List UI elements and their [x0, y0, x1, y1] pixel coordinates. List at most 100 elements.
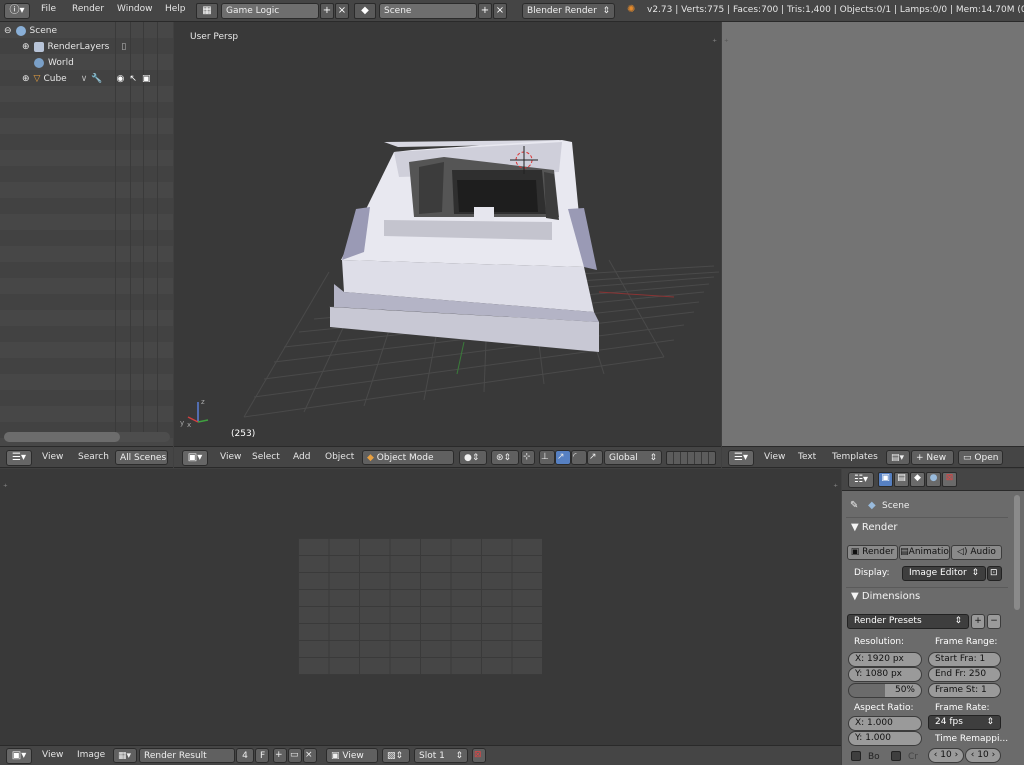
resolution-y-field[interactable]: Y: 1080 px	[848, 667, 922, 682]
scrollbar-thumb[interactable]	[4, 432, 120, 442]
viewport-view-menu[interactable]: View	[216, 450, 245, 465]
fake-user-toggle[interactable]: F	[255, 748, 269, 763]
display-select[interactable]: Image Editor ⇕	[902, 566, 986, 581]
pivot-point-select[interactable]: ⊛⇕	[491, 450, 519, 465]
area-corner-icon[interactable]: ⁺	[3, 483, 8, 493]
info-editor-type-button[interactable]: ⓘ▾	[4, 3, 30, 19]
resolution-x-field[interactable]: X: 1920 px	[848, 652, 922, 667]
time-remap-old-field[interactable]: ‹ 10 ›	[928, 748, 964, 763]
manipulator-toggle[interactable]: ⊹	[521, 450, 535, 465]
frame-end-field[interactable]: End Fr: 250	[928, 667, 1001, 682]
render-engine-select[interactable]: Blender Render ⇕	[522, 3, 615, 19]
cursor-icon[interactable]: ↖	[129, 74, 137, 84]
outliner-search-menu[interactable]: Search	[74, 450, 113, 465]
outliner-row-renderlayers[interactable]: ⊕ RenderLayers ▯	[22, 39, 126, 55]
layer-buttons[interactable]	[666, 451, 716, 465]
lock-interface-button[interactable]: ⊡	[987, 566, 1002, 581]
outliner-view-menu[interactable]: View	[38, 450, 67, 465]
unlink-image-button[interactable]: ×	[303, 748, 317, 763]
scene-tab-icon[interactable]: ◆	[910, 472, 925, 487]
world-tab-icon[interactable]: ●	[926, 472, 941, 487]
expand-icon[interactable]: ⊕	[22, 42, 30, 52]
add-screen-button[interactable]: +	[320, 3, 334, 19]
render-layer-icon-button[interactable]: ⊠	[472, 748, 486, 763]
outliner-row-cube[interactable]: ⊕ ▽ Cube ∨ 🔧 ◉ ↖ ▣	[22, 71, 150, 87]
render-panel-toggle[interactable]: ▼ Render	[851, 522, 897, 533]
image-image-menu[interactable]: Image	[73, 748, 109, 763]
expand-icon[interactable]: ⊕	[22, 74, 30, 84]
delete-screen-button[interactable]: ×	[335, 3, 349, 19]
horizontal-scrollbar[interactable]	[4, 432, 170, 442]
draw-channels-select[interactable]: ▨⇕	[382, 748, 410, 763]
view-mode-select[interactable]: ▣ View	[326, 748, 378, 763]
outliner-row-scene[interactable]: ⊖ Scene	[4, 23, 57, 39]
add-scene-button[interactable]: +	[478, 3, 492, 19]
screen-layout-field[interactable]: Game Logic	[221, 3, 319, 19]
text-editor-type-button[interactable]: ☰▾	[728, 450, 754, 466]
aspect-y-field[interactable]: Y: 1.000	[848, 731, 922, 746]
audio-button[interactable]: ◁) Audio	[951, 545, 1002, 560]
render-tab-icon[interactable]: ▣	[878, 472, 893, 487]
new-image-button[interactable]: +	[273, 748, 287, 763]
properties-editor-type-button[interactable]: ☷▾	[848, 472, 874, 488]
render-button[interactable]: ▣ Render	[847, 545, 898, 560]
add-preset-button[interactable]: +	[971, 614, 985, 629]
text-browse-button[interactable]: ▤▾	[886, 450, 910, 465]
3d-view-editor-type-button[interactable]: ▣▾	[182, 450, 208, 466]
image-name-field[interactable]: Render Result	[139, 748, 235, 763]
text-open-button[interactable]: ▭ Open	[958, 450, 1003, 465]
menu-file[interactable]: File	[41, 4, 56, 14]
area-corner-icon-right[interactable]: ⁺	[833, 483, 838, 493]
aspect-x-field[interactable]: X: 1.000	[848, 716, 922, 731]
render-slot-select[interactable]: Slot 1 ⇕	[414, 748, 468, 763]
resolution-percentage-slider[interactable]: 50%	[848, 683, 922, 698]
image-editor-type-button[interactable]: ▣▾	[6, 748, 32, 764]
time-remap-new-field[interactable]: ‹ 10 ›	[965, 748, 1001, 763]
viewport-shading-select[interactable]: ●⇕	[459, 450, 487, 465]
viewport-add-menu[interactable]: Add	[289, 450, 314, 465]
animation-button[interactable]: ▤Animatio	[899, 545, 950, 560]
area-corner-icon[interactable]: ⁺	[724, 38, 729, 48]
menu-render[interactable]: Render	[72, 4, 104, 14]
3d-viewport[interactable]: User Persp ⁺ z y x (253)	[174, 22, 721, 446]
render-presets-select[interactable]: Render Presets ⇕	[847, 614, 969, 629]
image-view-menu[interactable]: View	[38, 748, 67, 763]
remove-preset-button[interactable]: −	[987, 614, 1001, 629]
image-browse-button[interactable]: ▦▾	[113, 748, 137, 763]
orientation-select[interactable]: Global ⇕	[604, 450, 662, 465]
translate-manipulator[interactable]: ⊥	[539, 450, 555, 465]
screen-layout-icon[interactable]: ▦	[196, 3, 218, 19]
text-view-menu[interactable]: View	[760, 450, 789, 465]
scene-icon[interactable]: ◆	[354, 3, 376, 19]
crop-checkbox[interactable]	[891, 751, 901, 761]
image-users-count[interactable]: 4	[236, 748, 254, 763]
scale-manipulator[interactable]: ◜	[571, 450, 587, 465]
border-checkbox[interactable]	[851, 751, 861, 761]
outliner-editor-type-button[interactable]: ☰▾	[6, 450, 32, 466]
object-tab-icon[interactable]: ⊠	[942, 472, 957, 487]
render-layers-tab-icon[interactable]: ▤	[894, 472, 909, 487]
frame-rate-select[interactable]: 24 fps ⇕	[928, 715, 1001, 730]
render-result-canvas[interactable]	[298, 538, 542, 675]
outliner-row-world[interactable]: World	[34, 55, 74, 71]
text-editor-area[interactable]: ⁺	[722, 22, 1024, 446]
mode-select[interactable]: ◆ Object Mode	[362, 450, 454, 465]
outliner-filter-select[interactable]: All Scenes	[115, 450, 168, 465]
delete-scene-button[interactable]: ×	[493, 3, 507, 19]
text-templates-menu[interactable]: Templates	[828, 450, 882, 465]
image-editor-area[interactable]: ⁺ ⁺	[0, 469, 841, 746]
rotate-manipulator[interactable]: ↗	[555, 450, 571, 465]
viewport-select-menu[interactable]: Select	[248, 450, 284, 465]
frame-start-field[interactable]: Start Fra: 1	[928, 652, 1001, 667]
scene-field[interactable]: Scene	[379, 3, 477, 19]
open-image-button[interactable]: ▭	[288, 748, 302, 763]
transform-orientation-icon-button[interactable]: ↗	[587, 450, 603, 465]
text-new-button[interactable]: + New	[911, 450, 954, 465]
dimensions-panel-toggle[interactable]: ▼ Dimensions	[851, 591, 920, 602]
frame-step-field[interactable]: Frame St: 1	[928, 683, 1001, 698]
viewport-object-menu[interactable]: Object	[321, 450, 358, 465]
collapse-icon[interactable]: ⊖	[4, 26, 12, 36]
pin-icon[interactable]: ✎	[850, 500, 858, 511]
eye-icon[interactable]: ◉	[117, 74, 125, 84]
menu-help[interactable]: Help	[165, 4, 186, 14]
